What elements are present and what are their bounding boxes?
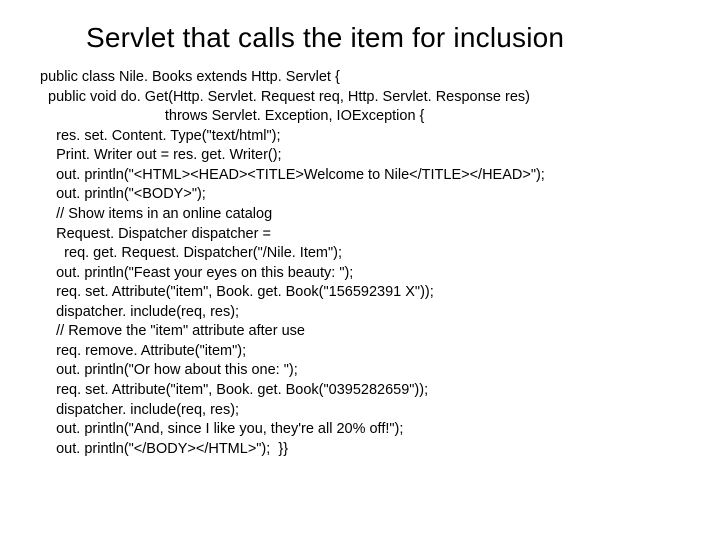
code-line: // Show items in an online catalog bbox=[40, 205, 690, 225]
code-line: req. set. Attribute("item", Book. get. B… bbox=[40, 381, 690, 401]
code-block: public class Nile. Books extends Http. S… bbox=[40, 68, 690, 459]
code-line: public class Nile. Books extends Http. S… bbox=[40, 68, 690, 88]
slide-title: Servlet that calls the item for inclusio… bbox=[86, 22, 690, 54]
code-line: out. println("And, since I like you, the… bbox=[40, 420, 690, 440]
code-line: Request. Dispatcher dispatcher = bbox=[40, 225, 690, 245]
code-line: dispatcher. include(req, res); bbox=[40, 401, 690, 421]
slide: Servlet that calls the item for inclusio… bbox=[0, 0, 720, 540]
code-line: out. println("<HTML><HEAD><TITLE>Welcome… bbox=[40, 166, 690, 186]
code-line: dispatcher. include(req, res); bbox=[40, 303, 690, 323]
code-line: req. set. Attribute("item", Book. get. B… bbox=[40, 283, 690, 303]
code-line: throws Servlet. Exception, IOException { bbox=[40, 107, 690, 127]
code-line: out. println("<BODY>"); bbox=[40, 185, 690, 205]
code-line: // Remove the "item" attribute after use bbox=[40, 322, 690, 342]
code-line: req. get. Request. Dispatcher("/Nile. It… bbox=[40, 244, 690, 264]
code-line: out. println("Feast your eyes on this be… bbox=[40, 264, 690, 284]
code-line: req. remove. Attribute("item"); bbox=[40, 342, 690, 362]
code-line: Print. Writer out = res. get. Writer(); bbox=[40, 146, 690, 166]
code-line: out. println("</BODY></HTML>"); }} bbox=[40, 440, 690, 460]
code-line: res. set. Content. Type("text/html"); bbox=[40, 127, 690, 147]
code-line: out. println("Or how about this one: "); bbox=[40, 361, 690, 381]
code-line: public void do. Get(Http. Servlet. Reque… bbox=[40, 88, 690, 108]
